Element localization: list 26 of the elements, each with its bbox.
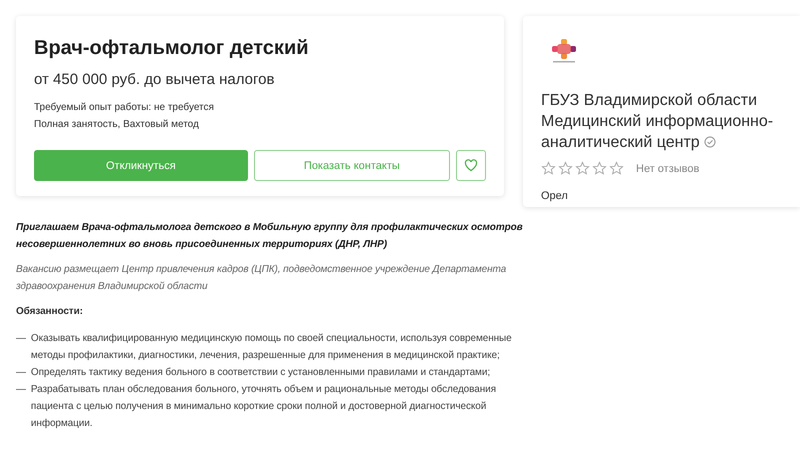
- star-icon: [592, 161, 607, 176]
- duty-text: Определять тактику ведения больного в соответствии с установленными правилами и стандартами;: [30, 366, 490, 380]
- note-text: Вакансию размещает Центр привлечения кадров (ЦПК), подведомственное учреждение Департамента здравоохранения Владимирской области: [16, 263, 508, 294]
- city-text: Орел: [541, 190, 569, 202]
- show-contacts-button[interactable]: Показать контакты: [254, 150, 450, 181]
- logo-icon: [549, 38, 579, 64]
- section-heading: Обязанности:: [16, 305, 84, 319]
- dash-marker: —: [16, 332, 26, 346]
- star-icon: [609, 161, 624, 176]
- salary: от 450 000 руб. до вычета налогов: [34, 70, 276, 90]
- favorite-button[interactable]: [456, 150, 486, 181]
- star-icon: [558, 161, 573, 176]
- vacancy-title: Врач-офтальмолог детский: [34, 36, 310, 60]
- star-icon: [575, 161, 590, 176]
- duty-text: Оказывать квалифицированную медицинскую помощь по своей специальности, используя современные методы профилактики, диагностики, лечения, разрешенные для применения в медицинской практике;: [30, 332, 513, 363]
- experience-text: Требуемый опыт работы: не требуется: [34, 101, 215, 115]
- heart-icon: [464, 159, 478, 172]
- reviews-link[interactable]: Нет отзывов: [636, 162, 700, 174]
- intro-text: Приглашаем Врача-офтальмолога детского в Мобильную группу для профилактических осмотров несовершеннолетних во вновь присоединенных территориях (ДНР, ЛНР): [16, 221, 524, 252]
- duty-text: Разрабатывать план обследования больного, уточнять объем и рациональные методы обследования пациента с целью получения в минимально короткие сроки полной и достоверной диагностической информации.: [30, 383, 497, 431]
- employer-name[interactable]: ГБУЗ Владимирской области Медицинский информационно-аналитический центр: [541, 90, 781, 153]
- star-icon: [541, 161, 556, 176]
- employment-text: Полная занятость, Вахтовый метод: [34, 118, 200, 132]
- dash-marker: —: [16, 366, 26, 380]
- dash-marker: —: [16, 383, 26, 397]
- respond-button[interactable]: Откликнуться: [34, 150, 248, 181]
